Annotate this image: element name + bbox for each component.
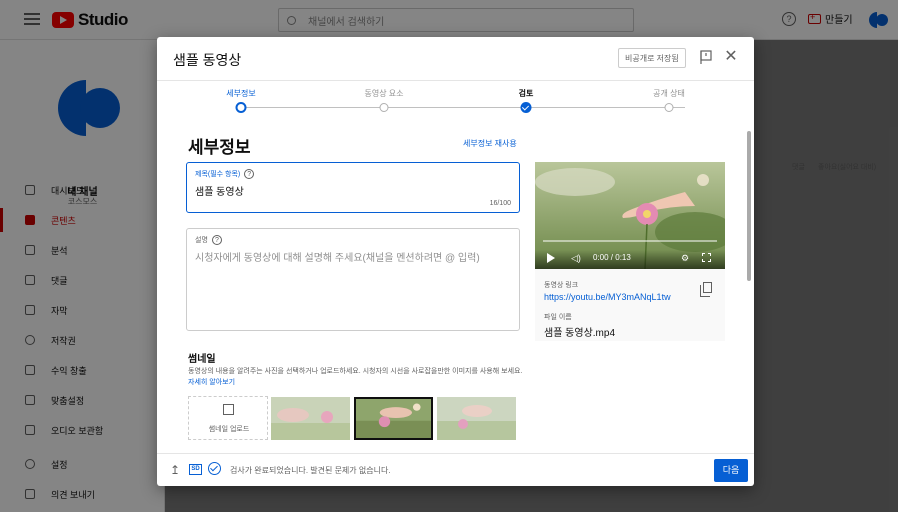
video-link-label: 동영상 링크 — [544, 282, 579, 289]
file-name: 샘플 동영상.mp4 — [544, 328, 616, 339]
step-visibility-label[interactable]: 공개 상태 — [653, 88, 685, 99]
copy-icon[interactable] — [700, 282, 712, 297]
title-label-text: 제목(필수 항목) — [195, 171, 241, 178]
section-title: 세부정보 — [188, 138, 251, 157]
next-button[interactable]: 다음 — [714, 459, 748, 482]
help-icon[interactable]: ? — [244, 169, 255, 179]
step-video-elements-label[interactable]: 동영상 요소 — [364, 88, 403, 99]
checks-complete-icon[interactable] — [208, 462, 221, 475]
thumbnail-title: 썸네일 — [188, 354, 216, 365]
image-upload-icon — [223, 404, 234, 415]
upload-arrow-icon[interactable]: ↥ — [170, 463, 180, 477]
title-value[interactable]: 샘플 동영상 — [195, 183, 244, 198]
description-field[interactable]: 설명 ? 시청자에게 동영상에 대해 설명해 주세요(채널을 멘션하려면 @ 입… — [186, 228, 520, 331]
thumbnail-option-1[interactable] — [271, 397, 350, 440]
volume-icon[interactable]: ◁) — [571, 253, 581, 264]
step-details-label[interactable]: 세부정보 — [226, 88, 255, 99]
step-checks-check-icon[interactable] — [520, 102, 532, 113]
help-icon[interactable]: ? — [211, 235, 222, 245]
content-scrollbar[interactable] — [747, 131, 751, 281]
step-visibility-dot[interactable] — [664, 103, 674, 112]
sd-quality-icon[interactable]: SD — [189, 464, 202, 475]
thumbnail-option-2-selected[interactable] — [354, 397, 433, 440]
title-field-label: 제목(필수 항목) ? — [195, 169, 255, 179]
file-name-label: 파일 이름 — [544, 314, 572, 321]
dialog-title: 샘플 동영상 — [173, 52, 242, 68]
checks-status-text: 검사가 완료되었습니다. 발견된 문제가 없습니다. — [230, 466, 391, 475]
close-icon[interactable]: ✕ — [723, 49, 739, 65]
dialog-content: 세부정보 세부정보 재사용 제목(필수 항목) ? 샘플 동영상 16/100 … — [157, 121, 754, 453]
dialog-footer: ↥ SD 검사가 완료되었습니다. 발견된 문제가 없습니다. 다음 — [157, 453, 754, 486]
gear-icon[interactable]: ⚙ — [681, 253, 689, 264]
description-field-label: 설명 ? — [195, 235, 222, 245]
video-time: 0:00 / 0:13 — [593, 253, 631, 262]
dialog-header: 샘플 동영상 비공개로 저장됨 ✕ — [157, 37, 754, 81]
report-flag-icon[interactable] — [700, 50, 712, 64]
step-checks-label[interactable]: 검토 — [519, 88, 534, 99]
thumbnail-description: 동영상의 내용을 알려주는 사진을 선택하거나 업로드하세요. 시청자의 시선을… — [188, 366, 523, 388]
video-link[interactable]: https://youtu.be/MY3mANqL1tw — [544, 292, 671, 302]
fullscreen-icon[interactable] — [702, 253, 711, 262]
description-placeholder[interactable]: 시청자에게 동영상에 대해 설명해 주세요(채널을 멘션하려면 @ 입력) — [195, 249, 480, 264]
video-preview-card: ◁) 0:00 / 0:13 ⚙ 동영상 링크 https://youtu.be… — [535, 162, 725, 341]
step-details-dot[interactable] — [235, 102, 247, 113]
reuse-details-link[interactable]: 세부정보 재사용 — [463, 138, 517, 149]
thumbnail-options: 썸네일 업로드 — [188, 396, 528, 442]
stepper-track — [241, 107, 685, 108]
play-icon[interactable] — [547, 253, 555, 263]
save-status-badge[interactable]: 비공개로 저장됨 — [618, 48, 686, 68]
video-player[interactable]: ◁) 0:00 / 0:13 ⚙ — [535, 162, 725, 269]
thumbnail-option-3[interactable] — [437, 397, 516, 440]
upload-stepper: 세부정보 동영상 요소 검토 공개 상태 — [157, 81, 754, 121]
title-char-counter: 16/100 — [489, 200, 511, 207]
title-field[interactable]: 제목(필수 항목) ? 샘플 동영상 16/100 — [186, 162, 520, 213]
step-video-elements-dot[interactable] — [379, 103, 389, 112]
thumbnail-description-text: 동영상의 내용을 알려주는 사진을 선택하거나 업로드하세요. 시청자의 시선을… — [188, 368, 523, 375]
learn-more-link[interactable]: 자세히 알아보기 — [188, 379, 235, 386]
video-progress-bar[interactable] — [543, 240, 717, 242]
description-label-text: 설명 — [195, 237, 208, 244]
upload-dialog: 샘플 동영상 비공개로 저장됨 ✕ 세부정보 동영상 요소 검토 공개 상태 세… — [157, 37, 754, 486]
upload-thumbnail-label: 썸네일 업로드 — [208, 426, 250, 433]
upload-thumbnail-button[interactable]: 썸네일 업로드 — [188, 396, 268, 440]
